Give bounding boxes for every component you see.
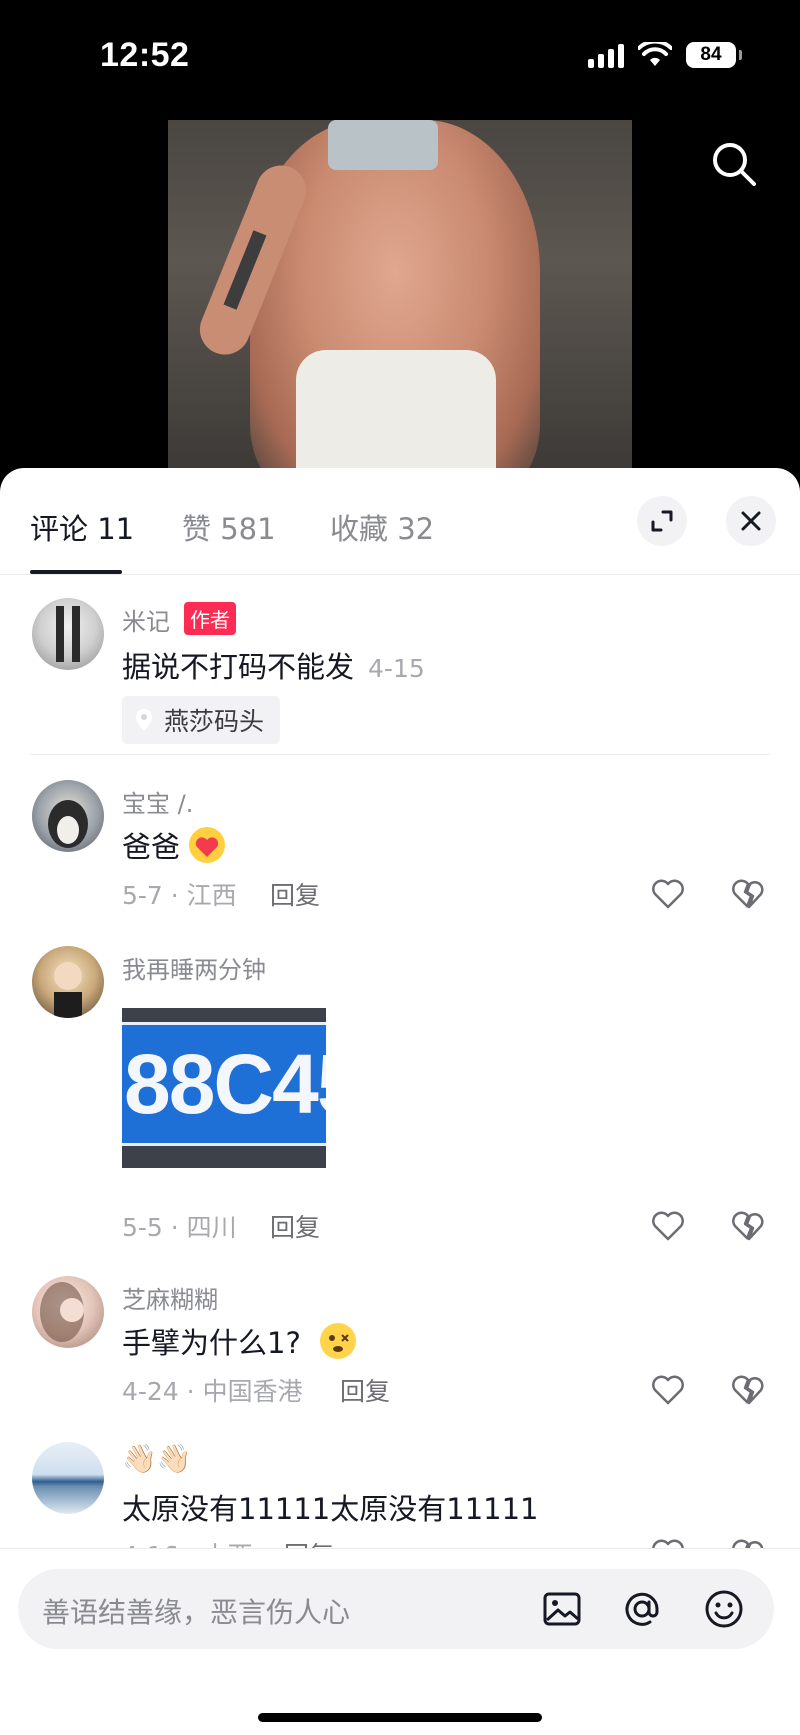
avatar[interactable] [32,780,104,852]
avatar[interactable] [32,598,104,670]
mention-at-icon[interactable] [620,1587,664,1631]
emoji-picker-icon[interactable] [702,1587,746,1631]
broken-heart-icon[interactable] [730,1208,766,1244]
comment-image[interactable]: 88C45 [122,1008,326,1168]
reply-button[interactable]: 回复 [340,1372,390,1408]
reply-button[interactable]: 回复 [270,1208,320,1244]
comment-text: 爸爸 [122,824,226,866]
tab-likes[interactable]: 赞 581 [182,506,276,548]
search-icon[interactable] [708,138,760,190]
video-preview[interactable] [168,120,632,470]
close-button[interactable] [726,496,776,546]
comment-username[interactable]: 芝麻糊糊 [122,1280,218,1315]
location-tag[interactable]: 燕莎码头 [122,696,281,744]
avatar[interactable] [32,946,104,1018]
license-plate-text: 88C45 [122,1022,326,1146]
divider [30,754,770,755]
battery-indicator: 84 [686,42,742,68]
avatar[interactable] [32,1276,104,1348]
comment-username[interactable]: 宝宝 /. [122,784,193,819]
comment-username[interactable]: 米记 [122,602,170,637]
location-tag-label: 燕莎码头 [164,707,265,736]
comments-sheet: 评论 11 赞 581 收藏 32 米记 作者 据说不打码不能发 4-15 燕莎… [0,468,800,1734]
comment-text: 据说不打码不能发 4-15 [122,650,425,684]
image-picker-icon[interactable] [540,1587,584,1631]
wifi-icon [638,42,672,66]
broken-heart-icon[interactable] [730,1372,766,1408]
avatar[interactable] [32,1442,104,1514]
dizzy-face-emoji-icon [320,1323,357,1359]
status-icons: 84 [588,42,742,68]
tab-comments[interactable]: 评论 11 [30,506,134,548]
heart-icon[interactable] [650,1372,686,1408]
comment-input-placeholder: 善语结善缘，恶言伤人心 [42,1596,351,1629]
comment-date: 4-15 [368,654,425,683]
broken-heart-icon[interactable] [730,876,766,912]
home-indicator[interactable] [258,1713,542,1722]
hugging-emoji-icon [189,827,226,863]
comment-text: 太原没有11111太原没有11111 [122,1492,539,1526]
reply-button[interactable]: 回复 [270,876,320,912]
comment-username[interactable]: 👋🏻👋🏻 [122,1442,192,1475]
location-pin-icon [136,709,152,731]
comment-meta: 5-7 · 江西 [122,881,237,910]
comment-text: 手擘为什么1? [122,1320,357,1362]
heart-icon[interactable] [650,876,686,912]
comment-meta: 4-24 · 中国香港 [122,1377,303,1406]
tab-bar: 评论 11 赞 581 收藏 32 [0,468,800,575]
close-icon [741,511,761,531]
cellular-signal-icon [588,42,624,68]
expand-icon [651,510,673,532]
comment-meta: 5-5 · 四川 [122,1213,237,1242]
comment-input[interactable]: 善语结善缘，恶言伤人心 [18,1569,774,1649]
comment-username[interactable]: 我再睡两分钟 [122,950,266,985]
status-time: 12:52 [100,36,190,74]
comment-input-bar: 善语结善缘，恶言伤人心 [0,1548,800,1735]
author-badge: 作者 [184,602,236,635]
expand-button[interactable] [637,496,687,546]
active-tab-indicator [30,570,122,574]
tab-favorites[interactable]: 收藏 32 [330,506,434,548]
heart-icon[interactable] [650,1208,686,1244]
